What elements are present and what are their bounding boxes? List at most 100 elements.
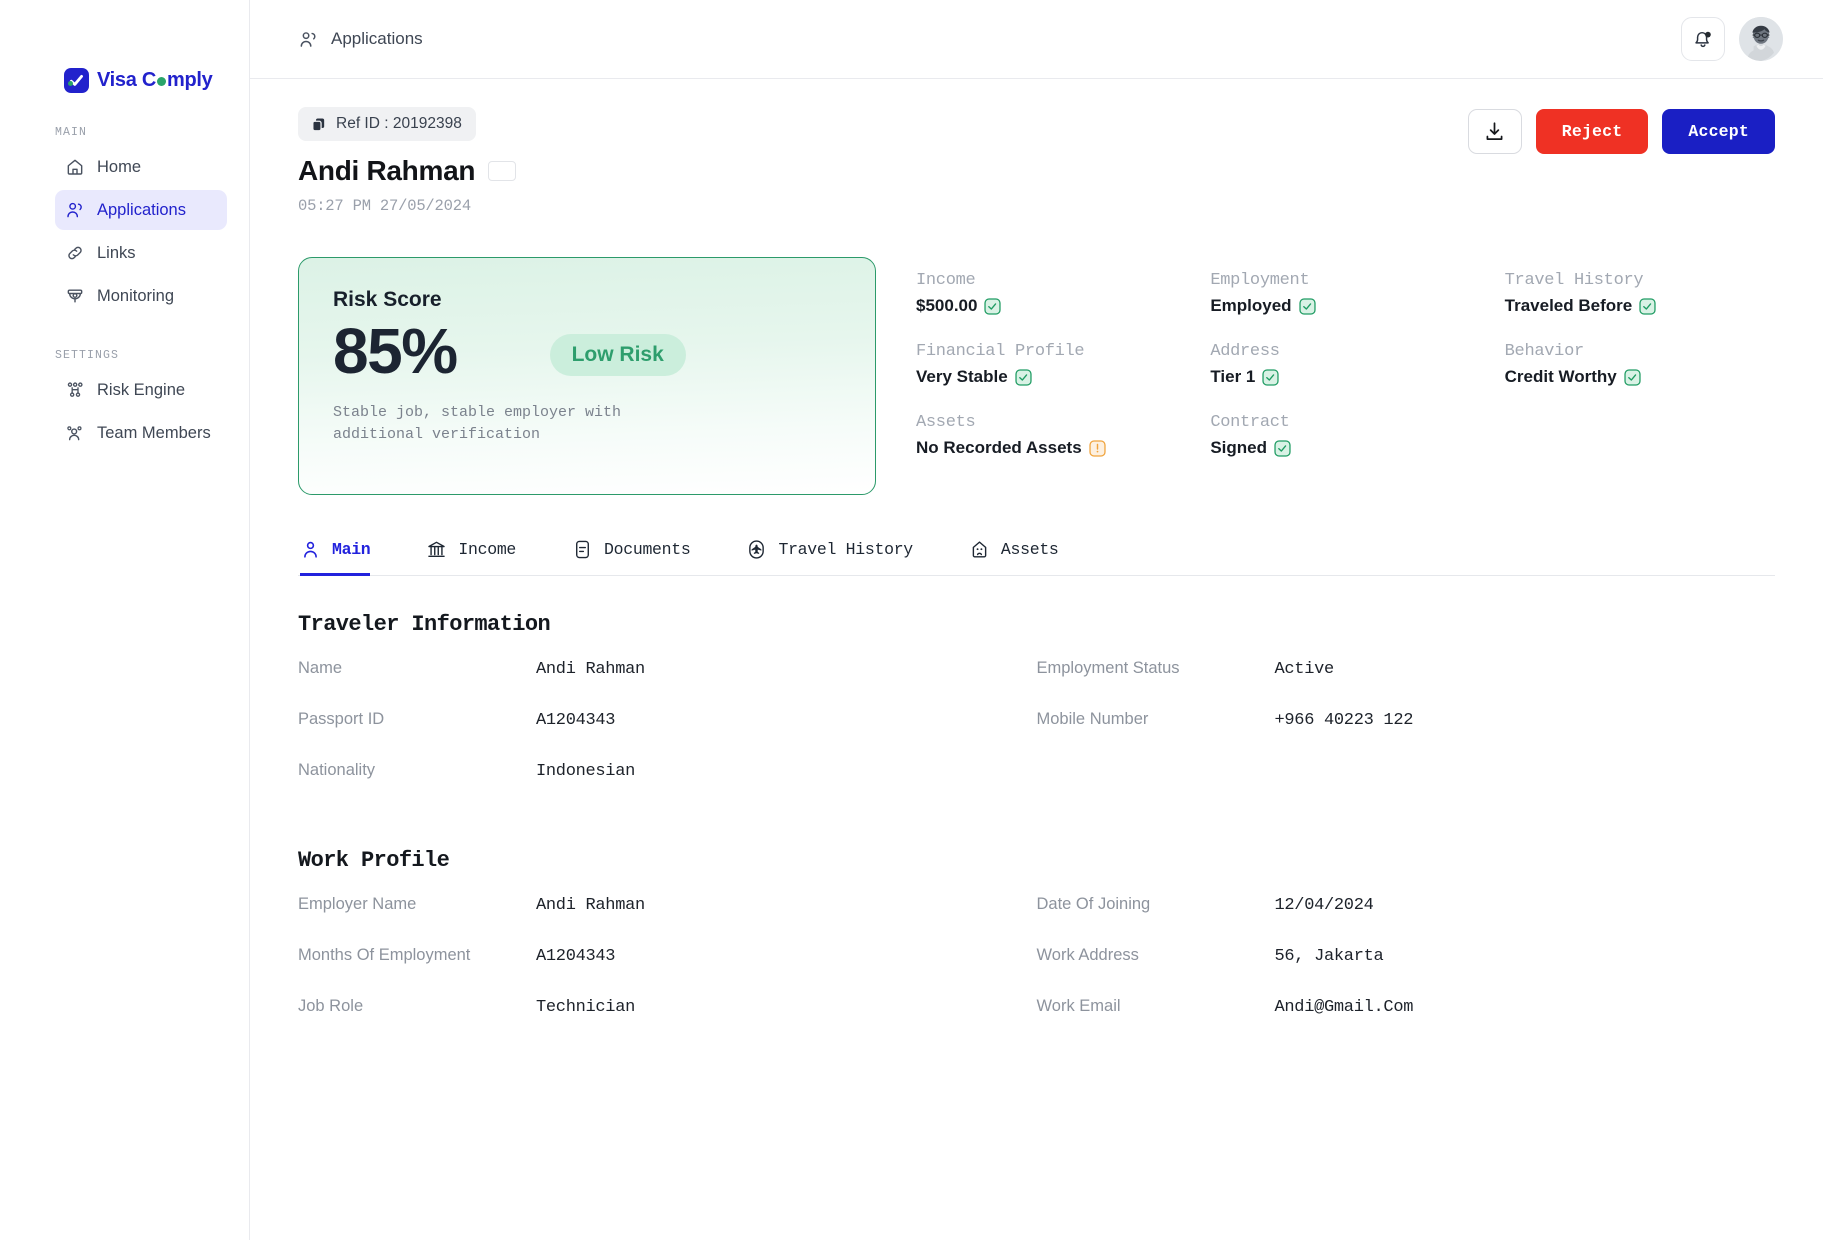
field-row: Passport ID A1204343	[298, 710, 1037, 761]
sidebar-item-label: Monitoring	[97, 286, 175, 305]
attribute-value: Traveled Before	[1504, 296, 1633, 315]
field-column-left: Employer Name Andi Rahman Months Of Empl…	[298, 895, 1037, 1048]
attribute-grid: Income $500.00 Employment Employed Trave…	[916, 257, 1775, 495]
bank-icon	[428, 541, 446, 558]
risk-score-main: 85% Low Risk	[333, 314, 841, 390]
download-button[interactable]	[1467, 109, 1522, 154]
topbar: Applications	[250, 0, 1823, 79]
breadcrumb[interactable]: Applications	[298, 29, 423, 50]
field-label: Months Of Employment	[298, 946, 471, 964]
attribute-value: Employed	[1210, 296, 1292, 315]
home-icon	[67, 159, 83, 175]
field-label: Nationality	[298, 761, 376, 779]
brand-name-prefix: Visa C	[97, 69, 156, 91]
section-title-traveler-information: Traveler Information	[298, 612, 551, 637]
risk-score-title: Risk Score	[333, 288, 442, 311]
attribute-value-row: $500.00	[916, 296, 1186, 316]
tab-travel-history[interactable]: Travel History	[746, 539, 913, 576]
sidebar-item-applications[interactable]: Applications	[55, 190, 227, 230]
page-content: Ref ID : 20192398 Andi Rahman 05:27 PM 2…	[250, 79, 1823, 1240]
notifications-button[interactable]	[1681, 17, 1725, 61]
house-icon	[972, 541, 987, 558]
sidebar-item-home[interactable]: Home	[55, 147, 227, 187]
ref-id-badge[interactable]: Ref ID : 20192398	[298, 107, 476, 141]
field-value: Andi Rahman	[536, 660, 645, 679]
field-row: Mobile Number +966 40223 122	[1037, 710, 1776, 761]
sidebar-item-label: Home	[97, 157, 142, 176]
risk-summary-row: Risk Score 85% Low Risk Stable job, stab…	[298, 257, 1775, 495]
field-value: Indonesian	[536, 762, 636, 781]
attribute-value-row: Employed	[1210, 296, 1480, 316]
attribute-value: Signed	[1210, 438, 1267, 457]
verified-check-icon	[1274, 439, 1291, 457]
sidebar-item-links[interactable]: Links	[55, 233, 227, 273]
application-header: Ref ID : 20192398 Andi Rahman 05:27 PM 2…	[298, 107, 1775, 215]
download-icon	[1486, 122, 1503, 141]
header-actions: Reject Accept	[1467, 107, 1775, 154]
attribute-value-row: Signed	[1210, 438, 1480, 458]
team-icon	[67, 426, 82, 441]
sidebar-item-label: Risk Engine	[97, 380, 186, 399]
field-row: Name Andi Rahman	[298, 659, 1037, 710]
tab-income[interactable]: Income	[426, 539, 516, 576]
sidebar-item-risk-engine[interactable]: Risk Engine	[55, 370, 227, 410]
field-label: Employer Name	[298, 895, 417, 913]
accept-button[interactable]: Accept	[1662, 109, 1775, 154]
field-row: Work Address 56, Jakarta	[1037, 946, 1776, 997]
field-column-right: Employment Status Active Mobile Number +…	[1037, 659, 1776, 812]
field-label: Work Email	[1036, 997, 1121, 1015]
sidebar-item-team-members[interactable]: Team Members	[55, 413, 227, 453]
field-label: Passport ID	[298, 710, 385, 728]
attribute-value: Very Stable	[916, 367, 1008, 386]
sidebar-item-label: Applications	[97, 200, 186, 219]
attribute-item: Address Tier 1	[1210, 342, 1480, 387]
nav-caption-settings: SETTINGS	[55, 349, 120, 362]
field-value: A1204343	[536, 711, 616, 730]
ref-id-label: Ref ID : 20192398	[336, 115, 462, 132]
work-profile-fields: Employer Name Andi Rahman Months Of Empl…	[298, 895, 1775, 1048]
field-value: +966 40223 122	[1274, 711, 1414, 730]
tab-documents[interactable]: Documents	[572, 539, 691, 576]
avatar[interactable]	[1739, 17, 1783, 61]
field-column-right: Date Of Joining 12/04/2024 Work Address …	[1037, 895, 1776, 1048]
reject-button[interactable]: Reject	[1535, 109, 1649, 154]
sidebar-item-monitoring[interactable]: Monitoring	[55, 276, 227, 316]
brand-logo[interactable]: Visa C mply	[0, 0, 249, 93]
risk-score-note: Stable job, stable employer with additio…	[333, 403, 622, 443]
page-title: Andi Rahman	[298, 155, 476, 186]
field-row: Date Of Joining 12/04/2024	[1037, 895, 1776, 946]
tab-label: Income	[458, 540, 517, 559]
applicant-name-row: Andi Rahman	[298, 155, 517, 187]
cctv-icon	[67, 289, 83, 303]
field-value: Andi@Gmail.Com	[1274, 998, 1414, 1017]
section-title-work-profile: Work Profile	[298, 848, 450, 873]
tab-assets[interactable]: Assets	[969, 539, 1059, 576]
attribute-item: Employment Employed	[1210, 271, 1480, 316]
attribute-item: Behavior Credit Worthy	[1505, 342, 1775, 387]
attribute-label: Income	[916, 271, 976, 290]
attribute-item: Financial Profile Very Stable	[916, 342, 1186, 387]
risk-level-badge: Low Risk	[549, 333, 686, 376]
attribute-value: No Recorded Assets	[916, 438, 1082, 457]
logo-mark-icon	[64, 68, 89, 93]
link-icon	[68, 246, 82, 260]
document-icon	[576, 540, 590, 559]
sidebar: Visa Cmply MAIN Home Applications Links …	[0, 0, 250, 1240]
attribute-label: Contract	[1210, 413, 1290, 432]
field-row: Months Of Employment A1204343	[298, 946, 1037, 997]
app-root: Visa Cmply MAIN Home Applications Links …	[0, 0, 1823, 1240]
verified-check-icon	[1639, 297, 1656, 315]
field-value: A1204343	[536, 947, 616, 966]
field-label: Name	[298, 659, 343, 677]
field-label: Work Address	[1036, 946, 1139, 964]
tab-main[interactable]: Main	[300, 539, 371, 576]
logo-dot-icon	[68, 81, 73, 86]
tab-label: Assets	[1000, 540, 1059, 559]
attribute-value: Credit Worthy	[1504, 367, 1617, 386]
attribute-item: Income $500.00	[916, 271, 1186, 316]
attribute-value-row: Traveled Before	[1505, 296, 1775, 316]
attribute-label: Address	[1210, 342, 1280, 361]
attribute-value-row: Credit Worthy	[1505, 367, 1775, 387]
field-row: Employment Status Active	[1037, 659, 1776, 710]
airplane-icon	[749, 540, 765, 559]
